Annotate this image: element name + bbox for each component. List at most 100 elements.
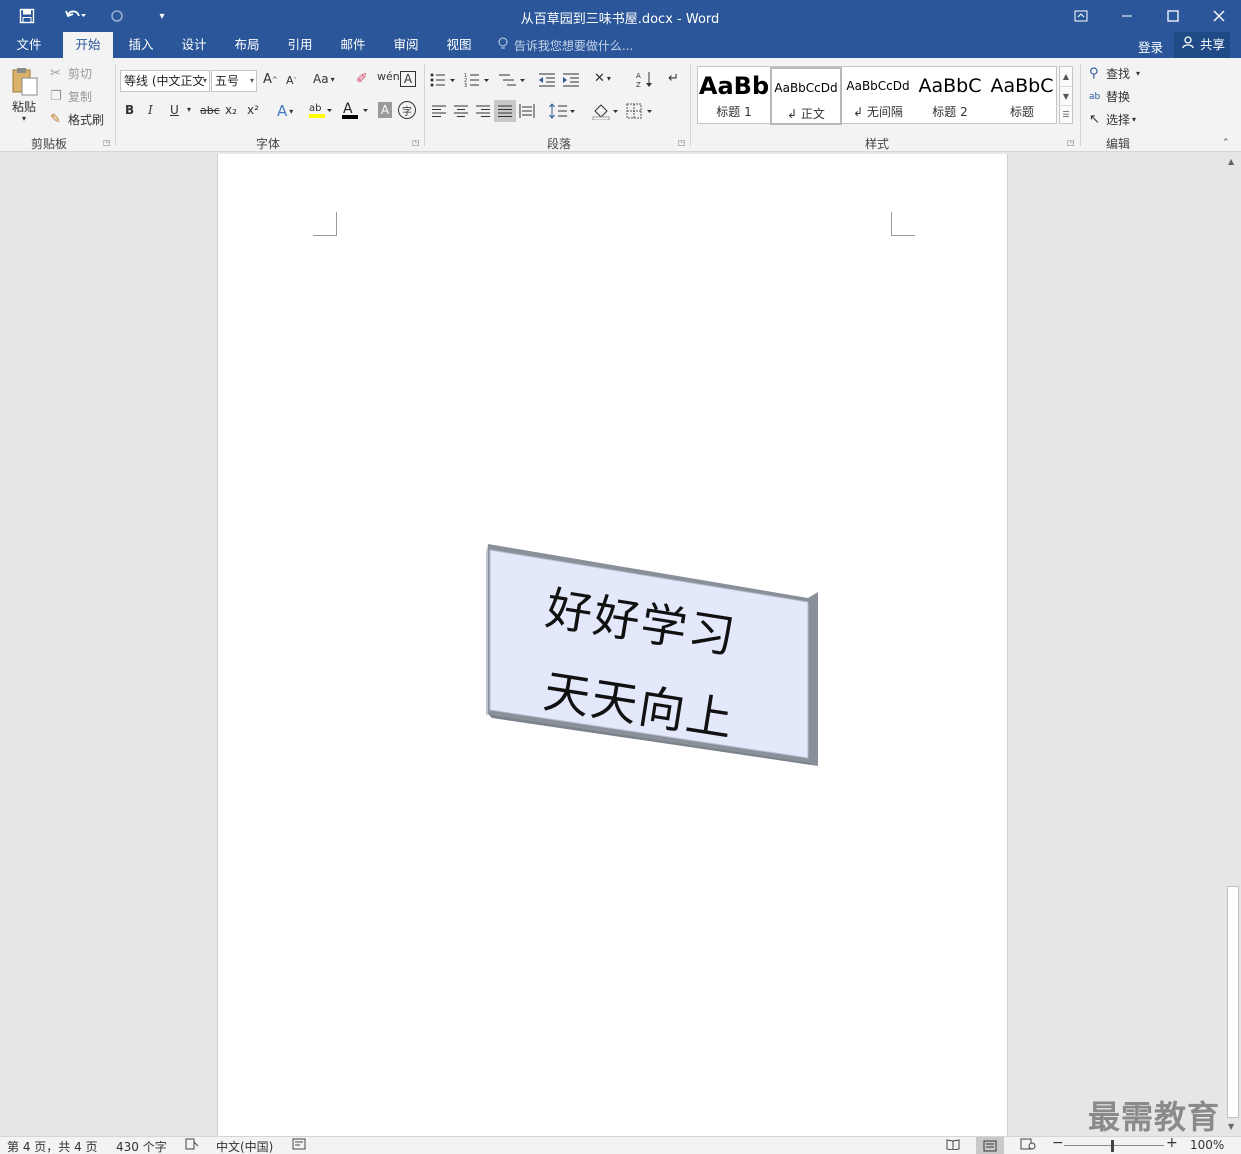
- save-icon[interactable]: [14, 0, 40, 32]
- paste-dropdown-icon[interactable]: ▾: [22, 114, 26, 123]
- collapse-ribbon-icon[interactable]: ⌃: [1222, 138, 1230, 148]
- character-border-icon[interactable]: A: [400, 71, 416, 87]
- font-launcher-icon[interactable]: ◳: [412, 138, 420, 147]
- proofing-icon[interactable]: [185, 1138, 199, 1153]
- multilevel-list-icon[interactable]: [498, 72, 526, 88]
- scroll-down-icon[interactable]: ▼: [1228, 1122, 1234, 1131]
- tab-view[interactable]: 视图: [434, 32, 484, 58]
- language-status[interactable]: 中文(中国): [216, 1138, 273, 1154]
- paragraph-launcher-icon[interactable]: ◳: [678, 138, 686, 147]
- style-name: ↲ 无间隔: [853, 105, 903, 119]
- line-spacing-icon[interactable]: [549, 103, 577, 119]
- tab-references[interactable]: 引用: [275, 32, 325, 58]
- find-button[interactable]: ⚲ 查找 ▾: [1089, 65, 1140, 82]
- ribbon-display-icon[interactable]: [1058, 0, 1104, 32]
- font-name-select[interactable]: 等线 (中文正文 ▾: [120, 70, 210, 92]
- asian-layout-icon[interactable]: ✕ ▾: [594, 71, 611, 86]
- tab-home[interactable]: 开始: [63, 32, 113, 58]
- maximize-icon[interactable]: [1150, 0, 1196, 32]
- page-count[interactable]: 第 4 页，共 4 页: [7, 1138, 98, 1154]
- align-right-icon[interactable]: [475, 104, 491, 118]
- font-size-select[interactable]: 五号 ▾: [211, 70, 257, 92]
- shading-icon[interactable]: [592, 102, 622, 120]
- style-heading-1[interactable]: AaBb 标题 1: [698, 67, 770, 125]
- style-no-spacing[interactable]: AaBbCcDd ↲ 无间隔: [842, 67, 914, 125]
- phonetic-guide-icon[interactable]: wén: [377, 70, 400, 83]
- redo-icon[interactable]: [106, 0, 128, 32]
- tab-mailings[interactable]: 邮件: [328, 32, 378, 58]
- paste-button[interactable]: 粘贴: [12, 98, 36, 115]
- more-styles-icon[interactable]: ☰: [1060, 105, 1072, 123]
- strikethrough-button[interactable]: abc: [200, 104, 220, 117]
- highlight-color-icon[interactable]: ab: [308, 100, 332, 120]
- tab-design[interactable]: 设计: [169, 32, 219, 58]
- word-count[interactable]: 430 个字: [116, 1138, 167, 1154]
- superscript-button[interactable]: x²: [247, 103, 259, 117]
- customize-icon[interactable]: ▾: [152, 0, 172, 32]
- minimize-icon[interactable]: [1104, 0, 1150, 32]
- replace-icon: ab: [1089, 91, 1101, 102]
- tab-file[interactable]: 文件: [0, 32, 58, 58]
- print-layout-icon[interactable]: [976, 1137, 1004, 1154]
- underline-dropdown-icon[interactable]: ▾: [187, 105, 191, 114]
- tell-me-box[interactable]: 告诉我您想要做什么...: [498, 37, 633, 54]
- cut-button[interactable]: ✂ 剪切: [50, 65, 92, 82]
- borders-icon[interactable]: [626, 103, 656, 119]
- grow-font-button[interactable]: A ^: [263, 72, 278, 87]
- font-color-icon[interactable]: A: [342, 100, 372, 120]
- character-shading-icon[interactable]: A: [378, 102, 392, 118]
- clipboard-launcher-icon[interactable]: ◳: [103, 138, 111, 147]
- clear-format-icon[interactable]: ✐: [356, 71, 368, 87]
- shrink-font-button[interactable]: Aˇ: [286, 74, 297, 87]
- align-center-icon[interactable]: [453, 104, 469, 118]
- sort-icon[interactable]: AZ: [636, 70, 654, 88]
- tab-insert[interactable]: 插入: [116, 32, 166, 58]
- format-painter-button[interactable]: ✎ 格式刷: [50, 111, 104, 128]
- text-shape[interactable]: [470, 530, 830, 780]
- underline-button[interactable]: U: [170, 103, 179, 117]
- window-title: 从百草园到三味书屋.docx - Word: [520, 12, 720, 27]
- subscript-button[interactable]: x₂: [225, 103, 237, 117]
- numbering-icon[interactable]: 123: [464, 72, 490, 88]
- italic-button[interactable]: I: [148, 103, 153, 117]
- style-normal[interactable]: AaBbCcDd ↲ 正文: [770, 67, 842, 125]
- style-title[interactable]: AaBbC 标题: [986, 67, 1058, 125]
- bullets-icon[interactable]: [430, 72, 456, 88]
- zoom-out-icon[interactable]: −: [1052, 1135, 1064, 1151]
- paste-icon[interactable]: [10, 66, 44, 96]
- text-effects-icon[interactable]: A ▾: [277, 102, 293, 120]
- style-heading-2[interactable]: AaBbC 标题 2: [914, 67, 986, 125]
- copy-button[interactable]: ❐ 复制: [50, 88, 92, 105]
- chevron-down-icon[interactable]: ▼: [1060, 86, 1072, 105]
- login-link[interactable]: 登录: [1138, 37, 1163, 56]
- tab-review[interactable]: 审阅: [381, 32, 431, 58]
- enclose-characters-icon[interactable]: 字: [398, 101, 416, 119]
- tab-layout[interactable]: 布局: [222, 32, 272, 58]
- web-layout-icon[interactable]: [1020, 1138, 1036, 1153]
- zoom-slider-handle[interactable]: [1111, 1140, 1114, 1152]
- styles-launcher-icon[interactable]: ◳: [1067, 138, 1075, 147]
- macro-icon[interactable]: [292, 1138, 306, 1153]
- title-bar: ▾ 从百草园到三味书屋.docx - Word: [0, 0, 1241, 32]
- replace-button[interactable]: ab 替换: [1089, 88, 1130, 105]
- align-left-icon[interactable]: [431, 104, 447, 118]
- zoom-level[interactable]: 100%: [1190, 1138, 1224, 1152]
- scroll-up-icon[interactable]: ▲: [1228, 157, 1234, 166]
- share-button[interactable]: 共享: [1174, 32, 1230, 58]
- scrollbar-thumb[interactable]: [1227, 886, 1239, 1118]
- chevron-up-icon[interactable]: ▲: [1060, 67, 1072, 86]
- decrease-indent-icon[interactable]: [538, 72, 556, 88]
- justify-icon[interactable]: [494, 100, 516, 122]
- zoom-slider[interactable]: [1064, 1145, 1164, 1146]
- vertical-scrollbar[interactable]: ▲ ▼: [1225, 154, 1241, 1136]
- show-marks-icon[interactable]: ↵: [668, 71, 679, 86]
- increase-indent-icon[interactable]: [562, 72, 580, 88]
- change-case-button[interactable]: Aa ▾: [313, 72, 335, 86]
- zoom-in-icon[interactable]: +: [1166, 1135, 1178, 1151]
- bold-button[interactable]: B: [125, 103, 134, 117]
- read-mode-icon[interactable]: [946, 1138, 960, 1153]
- undo-icon[interactable]: [58, 0, 92, 32]
- close-icon[interactable]: [1196, 0, 1241, 32]
- select-button[interactable]: ↖ 选择 ▾: [1089, 111, 1136, 128]
- distributed-icon[interactable]: [519, 104, 535, 118]
